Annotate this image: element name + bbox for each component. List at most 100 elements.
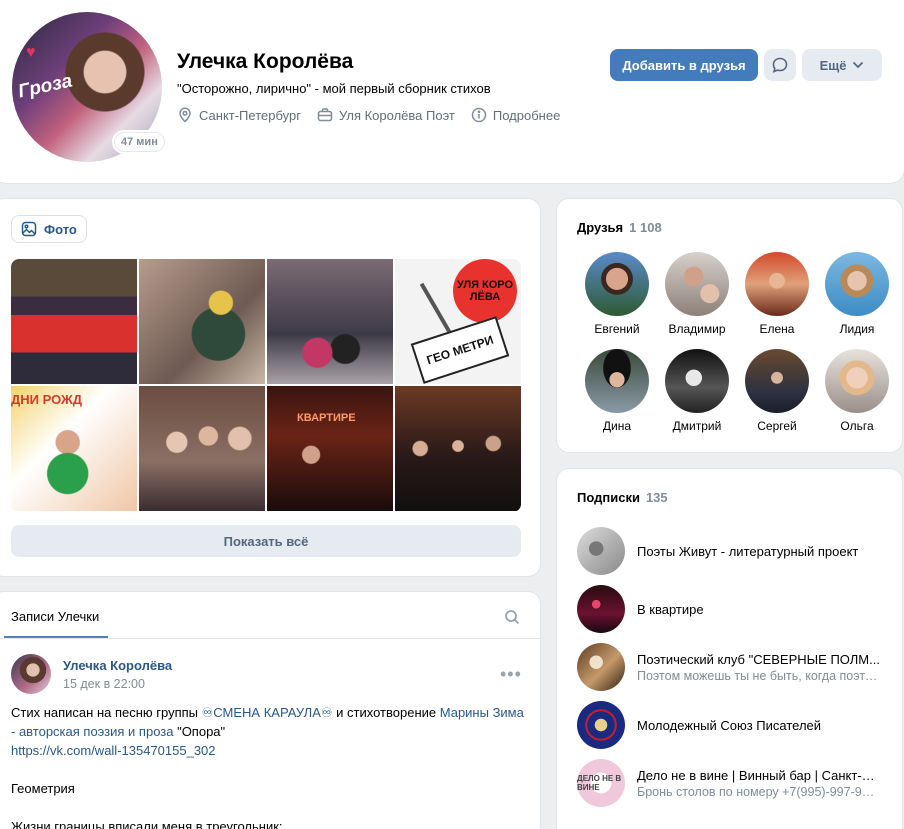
post-text: Стих написан на песню группы ♾СМЕНА КАРА…	[11, 703, 526, 829]
photo-thumbnail[interactable]	[267, 259, 393, 384]
info-icon	[471, 107, 487, 123]
profile-status: "Осторожно, лирично" - мой первый сборни…	[177, 81, 491, 96]
avatar	[585, 252, 649, 316]
wall-tab[interactable]: Записи Улечки	[11, 609, 99, 624]
friend-name: Владимир	[668, 322, 726, 336]
photo-circle-text: УЛЯ КОРО ЛЁВА	[453, 259, 517, 323]
post-url-link[interactable]: https://vk.com/wall-135470155_302	[11, 743, 216, 758]
post-text-part: "Опора"	[173, 724, 226, 739]
avatar-text: ДЕЛО НЕ В ВИНЕ	[577, 774, 622, 792]
friends-header[interactable]: Друзья 1 108	[577, 220, 662, 235]
heart-icon: ♥	[26, 44, 36, 61]
avatar: ДЕЛО НЕ В ВИНЕ	[577, 759, 625, 807]
subscription-item[interactable]: В квартире	[577, 580, 887, 638]
avatar	[577, 701, 625, 749]
photo-thumbnail[interactable]	[139, 386, 265, 511]
photo-banner-text: ДНИ РОЖД	[11, 392, 83, 407]
work-label: Уля Королёва Поэт	[338, 107, 455, 123]
subscription-title: Дело не в вине | Винный бар | Санкт-П...	[637, 767, 881, 783]
avatar-logo-text: Гроза	[16, 70, 75, 103]
avatar	[577, 643, 625, 691]
avatar	[825, 349, 889, 413]
subscriptions-title: Подписки	[577, 490, 640, 505]
friend-name: Лидия	[839, 322, 875, 336]
friend-item[interactable]: Евгений	[577, 252, 657, 349]
work-item[interactable]: Уля Королёва Поэт	[317, 107, 455, 123]
photos-card: Фото УЛЯ КОРО ЛЁВА ГЕО МЕТРИ ДНИ РОЖД КВ…	[0, 199, 540, 576]
photo-thumbnail[interactable]	[395, 386, 521, 511]
friend-item[interactable]: Сергей	[737, 349, 817, 446]
poem-title: Геометрия	[11, 781, 75, 796]
subscriptions-count: 135	[645, 490, 668, 505]
post-text-part: Стих написан на песню группы	[11, 705, 202, 720]
city-item[interactable]: Санкт-Петербург	[177, 107, 301, 123]
photo-thumbnail[interactable]	[11, 259, 137, 384]
poem-line: Жизни границы вписали меня в треугольник…	[11, 819, 283, 829]
subscriptions-list: Поэты Живут - литературный проект В квар…	[577, 522, 887, 812]
friend-name: Дина	[602, 419, 632, 433]
subscription-item[interactable]: Молодежный Союз Писателей	[577, 696, 887, 754]
subscriptions-card: Подписки 135 Поэты Живут - литературный п…	[557, 469, 902, 829]
friend-name: Ольга	[840, 419, 874, 433]
friends-title: Друзья	[577, 220, 624, 235]
subscription-title: В квартире	[637, 601, 704, 617]
more-info-label: Подробнее	[492, 107, 561, 123]
profile-header: ♥ Гроза 47 мин Улечка Королёва "Осторожн…	[0, 0, 904, 183]
avatar	[585, 349, 649, 413]
friend-item[interactable]: Дмитрий	[657, 349, 737, 446]
photos-tab-label: Фото	[44, 221, 77, 237]
online-badge: 47 мин	[114, 132, 165, 152]
photo-thumbnail[interactable]	[139, 259, 265, 384]
post-text-part: и стихотворение	[332, 705, 440, 720]
message-button[interactable]	[764, 49, 796, 81]
friends-count: 1 108	[629, 220, 662, 235]
more-button-label: Ещё	[819, 57, 847, 73]
post-author-name[interactable]: Улечка Королёва	[63, 658, 172, 673]
post-author-avatar[interactable]	[11, 654, 51, 694]
avatar	[745, 349, 809, 413]
photo-thumbnail[interactable]: УЛЯ КОРО ЛЁВА ГЕО МЕТРИ	[395, 259, 521, 384]
add-friend-button[interactable]: Добавить в друзья	[610, 49, 758, 81]
post-link-band[interactable]: ♾СМЕНА КАРАУЛА♾	[202, 705, 333, 720]
avatar	[665, 252, 729, 316]
photo-neon-text: КВАРТИРЕ	[297, 412, 356, 424]
photo-sign-text: ГЕО МЕТРИ	[410, 316, 510, 384]
subscription-subtitle: Бронь столов по номеру +7(995)-997-92-44	[637, 784, 881, 799]
city-label: Санкт-Петербург	[199, 107, 301, 123]
show-all-photos-button[interactable]: Показать всё	[11, 525, 521, 557]
photos-tab[interactable]: Фото	[11, 215, 87, 243]
message-icon	[772, 57, 788, 73]
profile-name: Улечка Королёва	[177, 50, 354, 73]
friend-item[interactable]: Владимир	[657, 252, 737, 349]
friends-grid: Евгений Владимир Елена Лидия Дина Дмитри…	[577, 252, 897, 446]
post-menu-button[interactable]: •••	[500, 664, 522, 685]
subscription-title: Молодежный Союз Писателей	[637, 717, 822, 733]
friend-item[interactable]: Елена	[737, 252, 817, 349]
more-button[interactable]: Ещё	[802, 49, 882, 81]
friend-item[interactable]: Дина	[577, 349, 657, 446]
avatar	[665, 349, 729, 413]
avatar	[745, 252, 809, 316]
subscription-title: Поэтический клуб "СЕВЕРНЫЕ ПОЛМ...	[637, 651, 880, 667]
photo-thumbnail[interactable]: КВАРТИРЕ	[267, 386, 393, 511]
photo-grid: УЛЯ КОРО ЛЁВА ГЕО МЕТРИ ДНИ РОЖД КВАРТИР…	[11, 259, 521, 512]
friend-item[interactable]: Лидия	[817, 252, 897, 349]
friends-card: Друзья 1 108 Евгений Владимир Елена Лидия…	[557, 199, 902, 452]
friend-item[interactable]: Ольга	[817, 349, 897, 446]
profile-meta: Санкт-Петербург Уля Королёва Поэт Подроб…	[177, 107, 560, 123]
avatar	[577, 527, 625, 575]
subscription-item[interactable]: ДЕЛО НЕ В ВИНЕ Дело не в вине | Винный б…	[577, 754, 887, 812]
subscription-title: Поэты Живут - литературный проект	[637, 543, 859, 559]
subscription-item[interactable]: Поэтический клуб "СЕВЕРНЫЕ ПОЛМ... Поэто…	[577, 638, 887, 696]
subscription-item[interactable]: Поэты Живут - литературный проект	[577, 522, 887, 580]
wall-search-button[interactable]	[504, 609, 520, 628]
avatar	[825, 252, 889, 316]
photo-thumbnail[interactable]: ДНИ РОЖД	[11, 386, 137, 511]
post-date[interactable]: 15 дек в 22:00	[63, 677, 145, 691]
photo-icon	[21, 221, 37, 237]
chevron-down-icon	[853, 61, 864, 69]
subscriptions-header[interactable]: Подписки 135	[577, 490, 668, 505]
avatar	[577, 585, 625, 633]
more-info-item[interactable]: Подробнее	[471, 107, 560, 123]
briefcase-icon	[317, 108, 333, 122]
